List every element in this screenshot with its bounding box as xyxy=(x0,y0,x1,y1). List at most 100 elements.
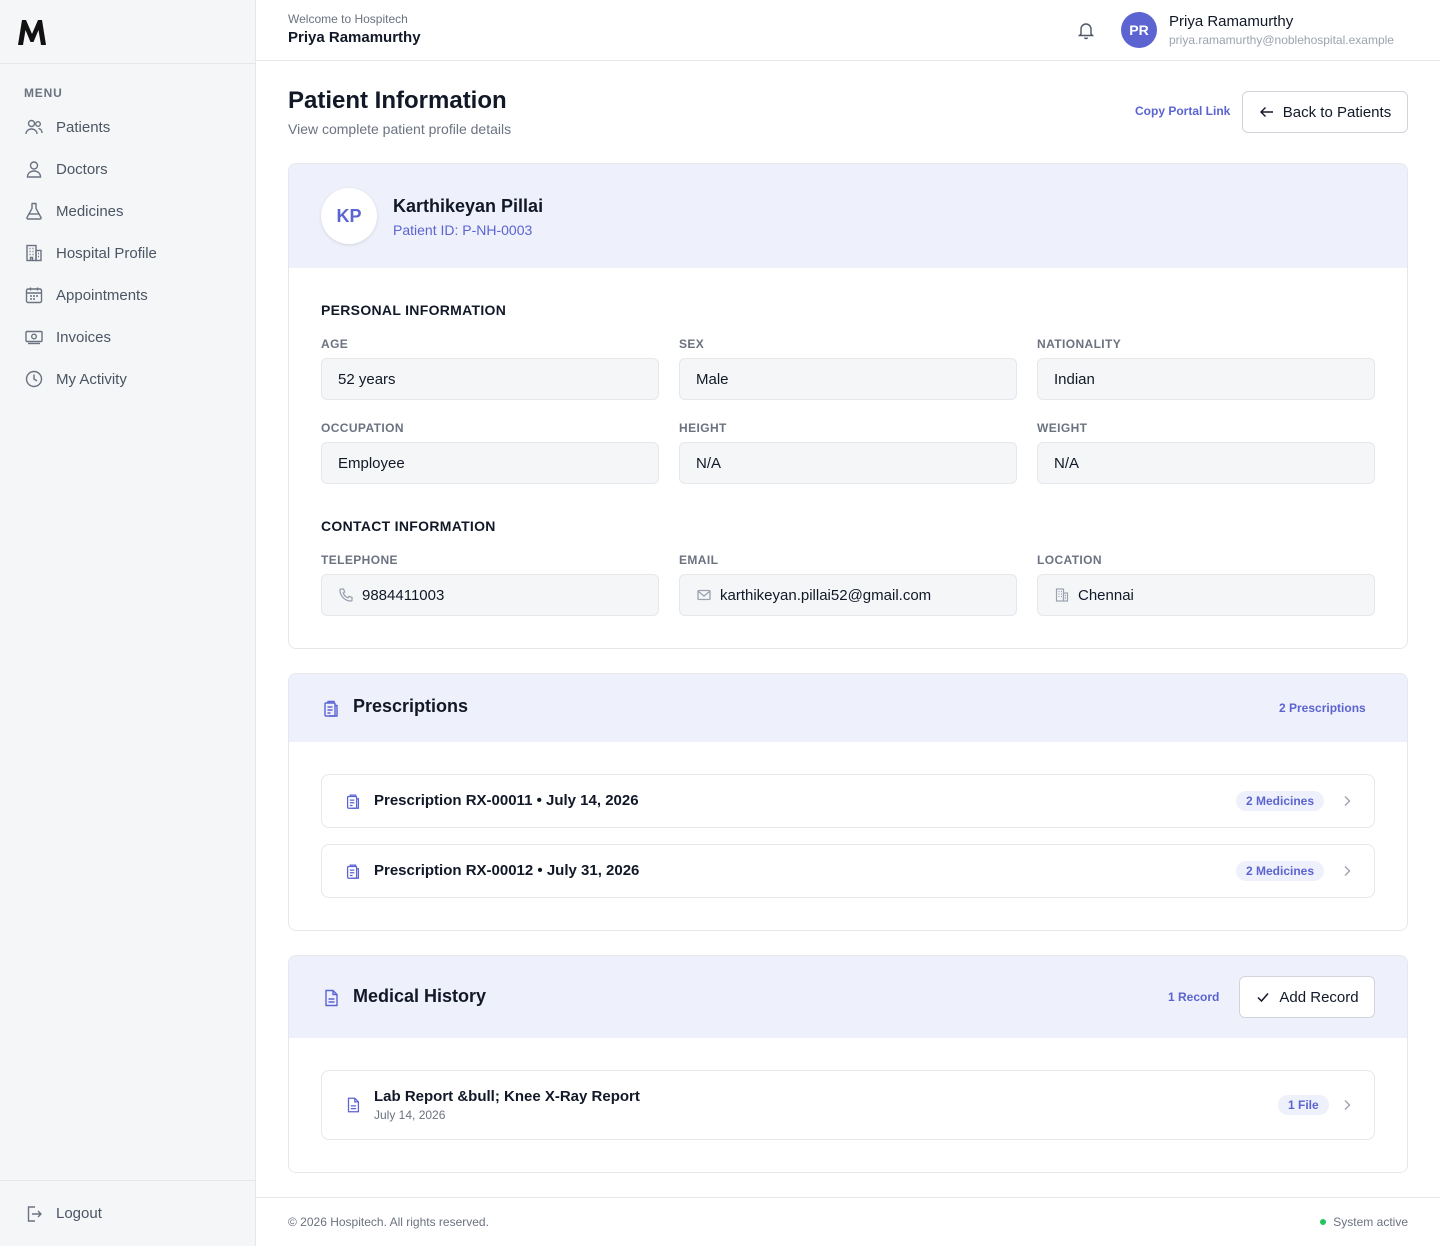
welcome-name: Priya Ramamurthy xyxy=(288,29,421,46)
back-to-patients-button[interactable]: Back to Patients xyxy=(1242,91,1408,133)
page-footer: © 2026 Hospitech. All rights reserved. S… xyxy=(256,1197,1440,1246)
calendar-icon xyxy=(24,285,44,305)
clipboard-icon xyxy=(344,862,362,880)
age-label: AGE xyxy=(321,337,349,351)
add-record-button[interactable]: Add Record xyxy=(1239,976,1375,1018)
copy-portal-link[interactable]: Copy Portal Link xyxy=(1135,104,1230,118)
nationality-field: Indian xyxy=(1037,358,1375,400)
sidebar-item-medicines[interactable]: Medicines xyxy=(0,190,255,232)
flask-icon xyxy=(24,201,44,221)
phone-icon xyxy=(338,587,354,603)
patient-info-card: KP Karthikeyan Pillai Patient ID: P-NH-0… xyxy=(288,163,1408,649)
medicines-badge: 2 Medicines xyxy=(1236,791,1325,811)
medical-history-card: Medical History 1 Record Add Record Lab … xyxy=(288,955,1408,1173)
status-dot-icon xyxy=(1320,1219,1327,1225)
location-value: Chennai xyxy=(1078,586,1134,604)
sidebar-item-hospital-profile[interactable]: Hospital Profile xyxy=(0,232,255,274)
arrow-left-icon xyxy=(1259,104,1275,120)
chevron-right-icon xyxy=(1340,864,1354,878)
file-count-badge: 1 File xyxy=(1278,1095,1329,1115)
user-name: Priya Ramamurthy xyxy=(1169,13,1294,30)
copyright-text: © 2026 Hospitech. All rights reserved. xyxy=(288,1215,489,1229)
sex-field: Male xyxy=(679,358,1017,400)
sidebar-item-label: Patients xyxy=(56,118,111,136)
chevron-right-icon xyxy=(1340,1098,1354,1112)
location-field: Chennai xyxy=(1037,574,1375,616)
sidebar-item-patients[interactable]: Patients xyxy=(0,106,255,148)
sidebar-item-label: Doctors xyxy=(56,160,108,178)
sidebar: MENU Patients Doctors Medicines Hospital… xyxy=(0,0,256,1246)
system-status: System active xyxy=(1320,1215,1408,1229)
app-logo[interactable] xyxy=(0,0,255,64)
occupation-label: OCCUPATION xyxy=(321,421,404,435)
sidebar-item-label: Medicines xyxy=(56,202,124,220)
patient-name: Karthikeyan Pillai xyxy=(393,196,544,216)
prescription-row[interactable]: Prescription RX-00011 • July 14, 2026 2 … xyxy=(321,774,1375,828)
user-avatar[interactable]: PR xyxy=(1121,12,1157,48)
m-logo-icon xyxy=(18,19,46,45)
notification-bell-icon[interactable] xyxy=(1076,20,1096,40)
main-content: Patient Information View complete patien… xyxy=(256,61,1440,1246)
sidebar-item-invoices[interactable]: Invoices xyxy=(0,316,255,358)
sidebar-item-label: Hospital Profile xyxy=(56,244,157,262)
add-record-label: Add Record xyxy=(1279,988,1359,1006)
prescriptions-title: Prescriptions xyxy=(353,696,469,716)
medical-record-row[interactable]: Lab Report &bull; Knee X-Ray Report July… xyxy=(321,1070,1375,1140)
telephone-field: 9884411003 xyxy=(321,574,659,616)
menu-heading: MENU xyxy=(24,86,63,100)
height-label: HEIGHT xyxy=(679,421,727,435)
sidebar-item-appointments[interactable]: Appointments xyxy=(0,274,255,316)
record-title: Lab Report &bull; Knee X-Ray Report xyxy=(374,1088,640,1105)
personal-info-heading: PERSONAL INFORMATION xyxy=(321,302,507,318)
sidebar-item-label: Appointments xyxy=(56,286,148,304)
patient-header: KP Karthikeyan Pillai Patient ID: P-NH-0… xyxy=(289,164,1407,268)
patient-avatar: KP xyxy=(321,188,377,244)
sidebar-item-my-activity[interactable]: My Activity xyxy=(0,358,255,400)
sidebar-item-doctors[interactable]: Doctors xyxy=(0,148,255,190)
mail-icon xyxy=(696,587,712,603)
email-value: karthikeyan.pillai52@gmail.com xyxy=(720,586,932,604)
top-header: Welcome to Hospitech Priya Ramamurthy PR… xyxy=(256,0,1440,61)
user-email: priya.ramamurthy@noblehospital.example xyxy=(1169,33,1394,47)
chevron-right-icon xyxy=(1340,794,1354,808)
prescription-row[interactable]: Prescription RX-00012 • July 31, 2026 2 … xyxy=(321,844,1375,898)
contact-info-heading: CONTACT INFORMATION xyxy=(321,518,496,534)
welcome-text: Welcome to Hospitech xyxy=(288,12,408,26)
telephone-value: 9884411003 xyxy=(362,586,445,604)
user-icon xyxy=(24,159,44,179)
location-label: LOCATION xyxy=(1037,553,1102,567)
system-status-label: System active xyxy=(1333,1215,1408,1229)
clipboard-icon xyxy=(344,792,362,810)
page-subtitle: View complete patient profile details xyxy=(288,121,512,137)
medical-history-header: Medical History 1 Record Add Record xyxy=(289,956,1407,1038)
prescription-title: Prescription RX-00011 • July 14, 2026 xyxy=(374,792,639,809)
logout-label: Logout xyxy=(56,1205,102,1222)
page-title: Patient Information xyxy=(288,87,507,114)
money-icon xyxy=(24,327,44,347)
sidebar-item-label: Invoices xyxy=(56,328,112,346)
email-label: EMAIL xyxy=(679,553,719,567)
prescriptions-header: Prescriptions 2 Prescriptions xyxy=(289,674,1407,742)
prescription-title: Prescription RX-00012 • July 31, 2026 xyxy=(374,862,640,879)
prescriptions-card: Prescriptions 2 Prescriptions Prescripti… xyxy=(288,673,1408,931)
document-icon xyxy=(321,988,341,1008)
back-button-label: Back to Patients xyxy=(1282,103,1392,121)
patient-id: Patient ID: P-NH-0003 xyxy=(393,222,533,238)
medical-history-title: Medical History xyxy=(353,986,487,1006)
building-icon xyxy=(24,243,44,263)
check-icon xyxy=(1255,989,1271,1005)
height-field: N/A xyxy=(679,442,1017,484)
prescriptions-count: 2 Prescriptions xyxy=(1279,701,1366,715)
occupation-field: Employee xyxy=(321,442,659,484)
record-date: July 14, 2026 xyxy=(374,1108,446,1122)
nationality-label: NATIONALITY xyxy=(1037,337,1122,351)
building-icon xyxy=(1054,587,1070,603)
weight-field: N/A xyxy=(1037,442,1375,484)
medicines-badge: 2 Medicines xyxy=(1236,861,1325,881)
logout-icon xyxy=(24,1204,44,1224)
logout-button[interactable]: Logout xyxy=(0,1180,255,1246)
sidebar-item-label: My Activity xyxy=(56,370,127,388)
clipboard-icon xyxy=(321,698,341,718)
age-field: 52 years xyxy=(321,358,659,400)
document-icon xyxy=(344,1096,362,1114)
